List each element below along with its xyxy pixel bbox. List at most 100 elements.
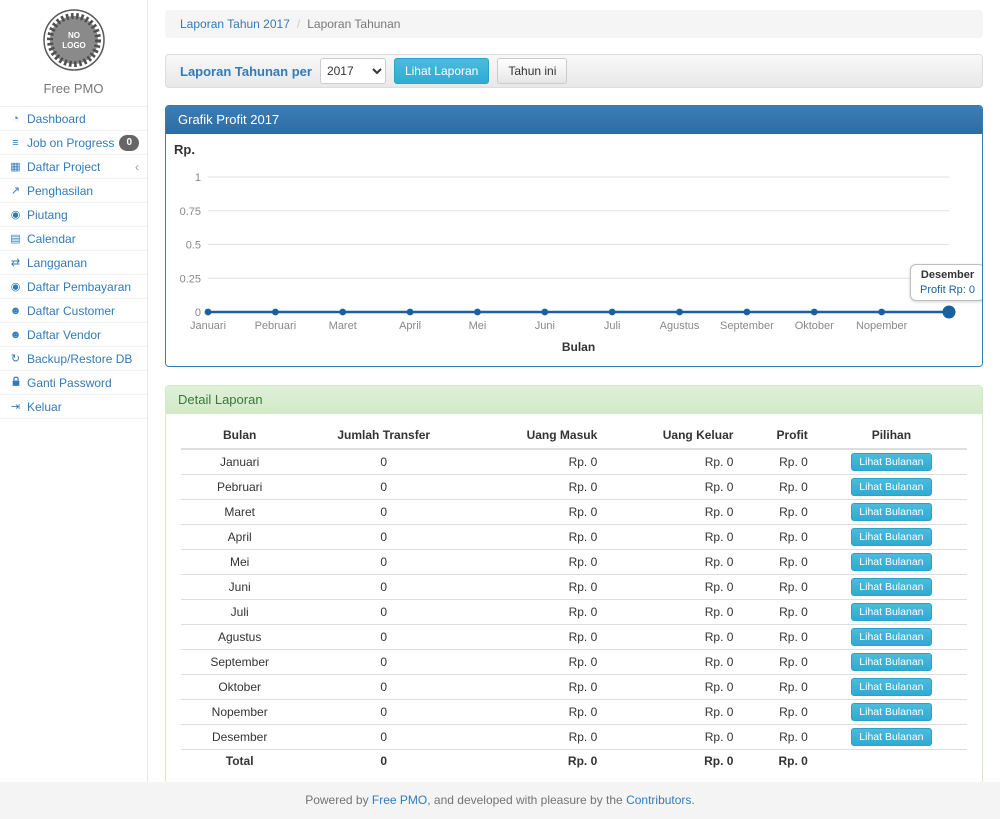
table-row: Januari 0 Rp. 0 Rp. 0 Rp. 0 Lihat Bulana… [181,449,967,475]
lihat-bulanan-button[interactable]: Lihat Bulanan [851,603,931,621]
svg-text:September: September [720,320,774,332]
lihat-bulanan-button[interactable]: Lihat Bulanan [851,453,931,471]
main-content: Laporan Tahun 2017/Laporan Tahunan Lapor… [148,0,1000,782]
tasks-icon: ≡ [8,137,23,149]
table-row: Maret 0 Rp. 0 Rp. 0 Rp. 0 Lihat Bulanan [181,500,967,525]
free-pmo-link[interactable]: Free PMO [372,793,427,807]
lock-icon [8,376,23,390]
table-row: Oktober 0 Rp. 0 Rp. 0 Rp. 0 Lihat Bulana… [181,675,967,700]
col-header-jumlah-transfer: Jumlah Transfer [298,422,469,449]
tooltip-value: Profit Rp: 0 [920,284,975,296]
svg-text:Pebruari: Pebruari [255,320,297,332]
breadcrumb-separator: / [290,17,307,31]
svg-text:Rp.: Rp. [174,142,195,157]
svg-text:Mei: Mei [469,320,487,332]
svg-text:0.75: 0.75 [180,206,201,218]
col-header-uang-masuk: Uang Masuk [469,422,605,449]
svg-text:Nopember: Nopember [856,320,908,332]
sidebar-item-backup-restore-db[interactable]: ↻ Backup/Restore DB [0,347,147,371]
lihat-bulanan-button[interactable]: Lihat Bulanan [851,678,931,696]
svg-text:April: April [399,320,421,332]
chart-tooltip: Desember Profit Rp: 0 [910,264,983,301]
sidebar-item-langganan[interactable]: ⇄ Langganan [0,251,147,275]
lihat-bulanan-button[interactable]: Lihat Bulanan [851,528,931,546]
lihat-bulanan-button[interactable]: Lihat Bulanan [851,503,931,521]
svg-text:Bulan: Bulan [562,340,595,354]
tahun-ini-button[interactable]: Tahun ini [497,58,567,84]
sidebar-item-dashboard[interactable]: ◔ Dashboard [0,107,147,131]
lihat-bulanan-button[interactable]: Lihat Bulanan [851,553,931,571]
exchange-icon: ⇄ [8,256,23,269]
year-select[interactable]: 2017 [320,58,386,84]
lihat-bulanan-button[interactable]: Lihat Bulanan [851,478,931,496]
lihat-laporan-button[interactable]: Lihat Laporan [394,58,489,84]
footer-text-middle: , and developed with pleasure by the [427,793,626,807]
report-filter-label: Laporan Tahunan per [180,64,312,79]
app-logo: NO LOGO [0,0,147,79]
users-icon: ☻ [8,305,23,317]
sidebar-nav: ◔ Dashboard ≡ Job on Progress 0 ▦ Daftar… [0,106,147,419]
col-header-pilihan: Pilihan [816,422,967,449]
sidebar-item-job-on-progress[interactable]: ≡ Job on Progress 0 [0,131,147,155]
chevron-left-icon: ‹ [135,160,139,174]
sidebar-item-daftar-customer[interactable]: ☻ Daftar Customer [0,299,147,323]
svg-text:0.25: 0.25 [180,273,201,285]
sidebar-item-piutang[interactable]: ◉ Piutang [0,203,147,227]
col-header-bulan: Bulan [181,422,298,449]
sidebar-item-daftar-project[interactable]: ▦ Daftar Project ‹ [0,155,147,179]
sidebar-item-calendar[interactable]: ▤ Calendar [0,227,147,251]
svg-text:Januari: Januari [190,320,226,332]
svg-text:Juli: Juli [604,320,621,332]
report-filter-bar: Laporan Tahunan per 2017 Lihat Laporan T… [165,54,983,88]
sidebar-item-ganti-password[interactable]: Ganti Password [0,371,147,395]
lihat-bulanan-button[interactable]: Lihat Bulanan [851,703,931,721]
sidebar-item-daftar-pembayaran[interactable]: ◉ Daftar Pembayaran [0,275,147,299]
detail-panel-title: Detail Laporan [166,386,982,414]
sidebar: NO LOGO Free PMO ◔ Dashboard ≡ Job on Pr… [0,0,148,782]
table-row: Juni 0 Rp. 0 Rp. 0 Rp. 0 Lihat Bulanan [181,575,967,600]
breadcrumb-current: Laporan Tahunan [307,17,400,31]
svg-text:NO: NO [68,31,80,40]
tooltip-month: Desember [920,269,975,281]
svg-text:1: 1 [195,172,201,184]
breadcrumb-link-laporan-tahun[interactable]: Laporan Tahun 2017 [180,17,290,31]
dashboard-icon: ◔ [8,113,23,125]
svg-text:Oktober: Oktober [795,320,834,332]
col-header-uang-keluar: Uang Keluar [605,422,741,449]
sidebar-item-penghasilan[interactable]: ↗ Penghasilan [0,179,147,203]
svg-text:Agustus: Agustus [660,320,700,332]
svg-text:Juni: Juni [535,320,555,332]
col-header-profit: Profit [741,422,815,449]
contributors-link[interactable]: Contributors [626,793,691,807]
job-count-badge: 0 [119,135,139,151]
money-icon: ◉ [8,208,23,221]
table-row: September 0 Rp. 0 Rp. 0 Rp. 0 Lihat Bula… [181,650,967,675]
line-chart-icon: ↗ [8,184,23,197]
sidebar-item-keluar[interactable]: ⇥ Keluar [0,395,147,419]
profit-line-chart[interactable]: Rp.10.750.50.250JanuariPebruariMaretApri… [166,134,982,366]
sign-out-icon: ⇥ [8,400,23,413]
lihat-bulanan-button[interactable]: Lihat Bulanan [851,728,931,746]
monthly-report-table: Bulan Jumlah Transfer Uang Masuk Uang Ke… [181,422,967,773]
users-icon: ☻ [8,329,23,341]
chart-panel-title: Grafik Profit 2017 [166,106,982,134]
table-row: Agustus 0 Rp. 0 Rp. 0 Rp. 0 Lihat Bulana… [181,625,967,650]
table-row: Mei 0 Rp. 0 Rp. 0 Rp. 0 Lihat Bulanan [181,550,967,575]
no-logo-badge-icon: NO LOGO [42,8,106,72]
table-row: Pebruari 0 Rp. 0 Rp. 0 Rp. 0 Lihat Bulan… [181,475,967,500]
breadcrumb: Laporan Tahun 2017/Laporan Tahunan [165,10,983,38]
table-row: Juli 0 Rp. 0 Rp. 0 Rp. 0 Lihat Bulanan [181,600,967,625]
table-row: Nopember 0 Rp. 0 Rp. 0 Rp. 0 Lihat Bulan… [181,700,967,725]
svg-text:0.5: 0.5 [186,240,201,252]
lihat-bulanan-button[interactable]: Lihat Bulanan [851,653,931,671]
sidebar-item-daftar-vendor[interactable]: ☻ Daftar Vendor [0,323,147,347]
chart-canvas: Rp.10.750.50.250JanuariPebruariMaretApri… [166,134,983,366]
lihat-bulanan-button[interactable]: Lihat Bulanan [851,578,931,596]
lihat-bulanan-button[interactable]: Lihat Bulanan [851,628,931,646]
profit-chart-panel: Grafik Profit 2017 Rp.10.750.50.250Janua… [165,105,983,367]
refresh-icon: ↻ [8,352,23,365]
svg-text:LOGO: LOGO [62,41,86,50]
table-row: Desember 0 Rp. 0 Rp. 0 Rp. 0 Lihat Bulan… [181,725,967,750]
footer-text-suffix: . [691,793,694,807]
svg-text:Maret: Maret [329,320,357,332]
